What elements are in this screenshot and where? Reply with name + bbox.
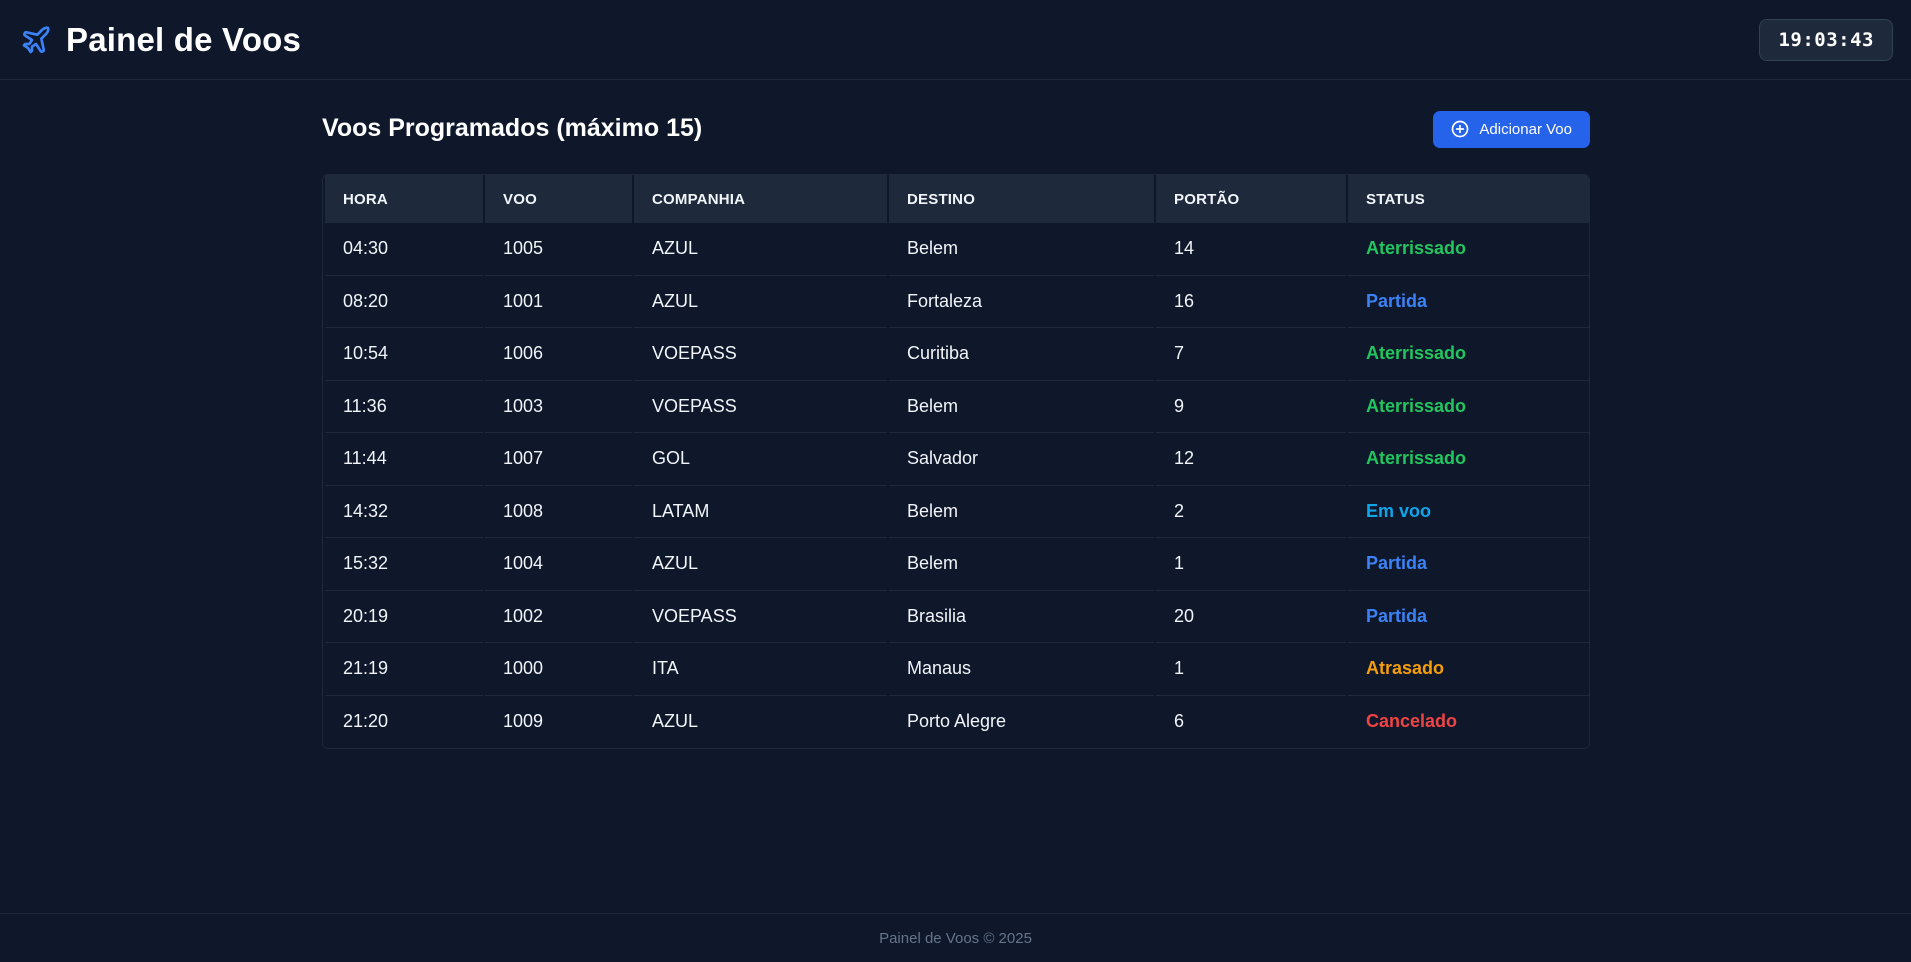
- cell-companhia: VOEPASS: [634, 328, 887, 381]
- cell-hora: 04:30: [325, 223, 483, 276]
- cell-companhia: VOEPASS: [634, 591, 887, 643]
- cell-voo: 1001: [485, 276, 632, 328]
- footer-text: Painel de Voos © 2025: [879, 929, 1032, 947]
- cell-companhia: AZUL: [634, 538, 887, 591]
- cell-companhia: AZUL: [634, 223, 887, 276]
- flights-table-container: HORA VOO COMPANHIA DESTINO PORTÃO STATUS…: [322, 174, 1590, 749]
- plus-circle-icon: [1450, 119, 1470, 139]
- section-header: Voos Programados (máximo 15) Adicionar V…: [322, 80, 1590, 172]
- cell-companhia: LATAM: [634, 486, 887, 538]
- cell-voo: 1007: [485, 433, 632, 486]
- column-header-status[interactable]: STATUS: [1348, 175, 1589, 223]
- cell-hora: 08:20: [325, 276, 483, 328]
- table-row[interactable]: 14:32 1008 LATAM Belem 2 Em voo: [325, 486, 1589, 538]
- table-row[interactable]: 04:30 1005 AZUL Belem 14 Aterrissado: [325, 223, 1589, 276]
- cell-portao: 1: [1156, 643, 1346, 696]
- cell-companhia: VOEPASS: [634, 381, 887, 433]
- cell-voo: 1004: [485, 538, 632, 591]
- cell-companhia: GOL: [634, 433, 887, 486]
- clock-display: 19:03:43: [1759, 18, 1893, 61]
- cell-destino: Porto Alegre: [907, 711, 1007, 732]
- column-header-portao[interactable]: PORTÃO: [1156, 175, 1346, 223]
- cell-companhia: ITA: [634, 643, 887, 696]
- cell-hora: 14:32: [325, 486, 483, 538]
- cell-portao: 7: [1156, 328, 1346, 381]
- cell-destino: Belem: [889, 381, 1154, 433]
- cell-destino: Curitiba: [889, 328, 1154, 381]
- column-header-companhia[interactable]: COMPANHIA: [634, 175, 887, 223]
- column-header-voo[interactable]: VOO: [485, 175, 632, 223]
- cell-portao: 16: [1156, 276, 1346, 328]
- cell-portao: 20: [1156, 591, 1346, 643]
- cell-portao: 9: [1156, 381, 1346, 433]
- cell-companhia: AZUL: [652, 711, 699, 732]
- flights-table: HORA VOO COMPANHIA DESTINO PORTÃO STATUS…: [323, 175, 1589, 749]
- table-header-row: HORA VOO COMPANHIA DESTINO PORTÃO STATUS: [325, 175, 1589, 223]
- table-row[interactable]: 21:20 1009 AZUL Porto Alegre 6 Cancelado: [325, 696, 1589, 749]
- cell-voo: 1003: [485, 381, 632, 433]
- cell-status: Partida: [1348, 276, 1589, 328]
- cell-destino: Belem: [889, 538, 1154, 591]
- cell-destino: Brasilia: [889, 591, 1154, 643]
- cell-hora: 11:44: [325, 433, 483, 486]
- app-title: Painel de Voos: [66, 20, 302, 58]
- cell-portao: 2: [1156, 486, 1346, 538]
- cell-status: Partida: [1348, 538, 1589, 591]
- cell-status: Aterrissado: [1348, 328, 1589, 381]
- column-header-destino[interactable]: DESTINO: [889, 175, 1154, 223]
- cell-hora: 21:19: [325, 643, 483, 696]
- table-row[interactable]: 11:36 1003 VOEPASS Belem 9 Aterrissado: [325, 381, 1589, 433]
- table-body: 04:30 1005 AZUL Belem 14 Aterrissado 08:20 1001…: [325, 223, 1589, 749]
- cell-voo: 1006: [485, 328, 632, 381]
- cell-voo: 1008: [485, 486, 632, 538]
- cell-hora: 15:32: [325, 538, 483, 591]
- table-row[interactable]: 21:19 1000 ITA Manaus 1 Atrasado: [325, 643, 1589, 696]
- cell-hora: 10:54: [325, 328, 483, 381]
- cell-companhia: AZUL: [634, 276, 887, 328]
- brand: Painel de Voos: [20, 21, 301, 59]
- cell-status: Aterrissado: [1348, 223, 1589, 276]
- cell-status: Partida: [1348, 591, 1589, 643]
- cell-destino: Fortaleza: [889, 276, 1154, 328]
- table-row[interactable]: 11:44 1007 GOL Salvador 12 Aterrissado: [325, 433, 1589, 486]
- table-row[interactable]: 15:32 1004 AZUL Belem 1 Partida: [325, 538, 1589, 591]
- airplane-icon: [20, 24, 52, 56]
- cell-destino: Belem: [889, 486, 1154, 538]
- top-bar: Painel de Voos 19:03:43: [0, 0, 1911, 80]
- app-root: Painel de Voos 19:03:43 Voos Programados…: [0, 0, 1911, 962]
- cell-status: Em voo: [1348, 486, 1589, 538]
- cell-portao: 6: [1174, 711, 1185, 732]
- cell-hora: 20:19: [325, 591, 483, 643]
- main-content: Voos Programados (máximo 15) Adicionar V…: [322, 80, 1590, 749]
- cell-voo: 1005: [485, 223, 632, 276]
- cell-portao: 1: [1156, 538, 1346, 591]
- footer: Painel de Voos © 2025: [0, 913, 1911, 962]
- cell-hora: 11:36: [325, 381, 483, 433]
- cell-voo: 1000: [485, 643, 632, 696]
- cell-status: Aterrissado: [1348, 381, 1589, 433]
- cell-destino: Manaus: [889, 643, 1154, 696]
- cell-status: Aterrissado: [1348, 433, 1589, 486]
- cell-status: Cancelado: [1366, 711, 1458, 732]
- cell-voo: 1002: [485, 591, 632, 643]
- cell-portao: 14: [1156, 223, 1346, 276]
- cell-portao: 12: [1156, 433, 1346, 486]
- cell-voo: 1009: [503, 711, 544, 732]
- add-flight-button[interactable]: Adicionar Voo: [1433, 110, 1590, 148]
- section-title: Voos Programados (máximo 15): [322, 113, 703, 142]
- table-row[interactable]: 20:19 1002 VOEPASS Brasilia 20 Partida: [325, 591, 1589, 643]
- column-header-hora[interactable]: HORA: [325, 175, 483, 223]
- cell-status: Atrasado: [1348, 643, 1589, 696]
- cell-destino: Belem: [889, 223, 1154, 276]
- cell-destino: Salvador: [889, 433, 1154, 486]
- cell-hora: 21:20: [343, 711, 389, 732]
- table-row[interactable]: 10:54 1006 VOEPASS Curitiba 7 Aterrissado: [325, 328, 1589, 381]
- table-row[interactable]: 08:20 1001 AZUL Fortaleza 16 Partida: [325, 276, 1589, 328]
- add-flight-button-label: Adicionar Voo: [1479, 120, 1572, 138]
